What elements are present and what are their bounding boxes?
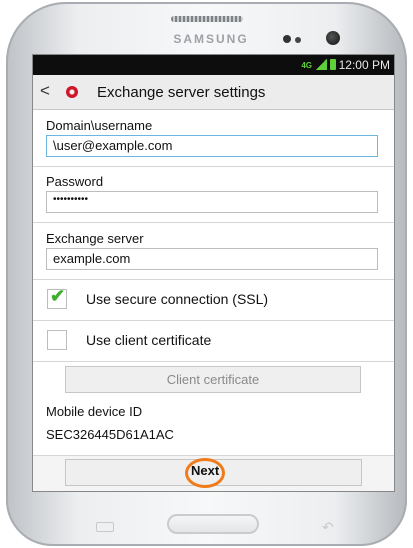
password-label: Password xyxy=(46,174,104,189)
page-title: Exchange server settings xyxy=(97,84,266,101)
earpiece-speaker xyxy=(171,16,243,22)
next-button-label: Next xyxy=(191,463,220,478)
sensor-icon xyxy=(283,35,291,43)
signal-icon xyxy=(315,59,327,70)
back-chevron-icon[interactable]: < xyxy=(40,82,50,100)
status-bar: 4G 12:00 PM xyxy=(33,55,394,75)
sensor-icon xyxy=(295,37,301,43)
mobile-device-id-label: Mobile device ID xyxy=(46,404,143,419)
ssl-row[interactable]: ✔ Use secure connection (SSL) xyxy=(33,280,394,321)
brand-logo: SAMSUNG xyxy=(173,32,249,46)
mobile-device-id-value: SEC326445D61A1AC xyxy=(46,427,174,442)
home-button[interactable] xyxy=(167,514,259,534)
client-cert-row[interactable]: Use client certificate xyxy=(33,321,394,362)
status-time: 12:00 PM xyxy=(338,58,390,72)
screen: 4G 12:00 PM < Exchange server settings D… xyxy=(33,55,394,491)
exchange-server-label: Exchange server xyxy=(46,231,144,246)
exchange-server-section: Exchange server example.com xyxy=(33,223,394,280)
exchange-server-input[interactable]: example.com xyxy=(46,248,378,270)
domain-username-input[interactable]: \user@example.com xyxy=(46,135,378,157)
domain-username-label: Domain\username xyxy=(46,118,153,133)
password-input[interactable]: •••••••••• xyxy=(46,191,378,213)
domain-username-section: Domain\username \user@example.com xyxy=(33,110,394,167)
ssl-checkbox[interactable]: ✔ xyxy=(47,286,67,309)
front-camera-icon xyxy=(326,31,340,45)
ssl-label: Use secure connection (SSL) xyxy=(86,291,269,307)
back-key-icon[interactable]: ↶ xyxy=(322,519,334,536)
password-section: Password •••••••••• xyxy=(33,167,394,223)
email-app-icon[interactable] xyxy=(66,86,78,98)
battery-icon xyxy=(330,59,336,70)
client-certificate-button[interactable]: Client certificate xyxy=(65,366,361,393)
checkmark-icon: ✔ xyxy=(50,286,66,306)
client-cert-label: Use client certificate xyxy=(86,332,212,348)
title-bar: < Exchange server settings xyxy=(33,75,394,110)
menu-key-icon[interactable] xyxy=(96,522,114,532)
client-cert-checkbox[interactable] xyxy=(47,330,67,350)
network-type-icon: 4G xyxy=(301,61,312,70)
